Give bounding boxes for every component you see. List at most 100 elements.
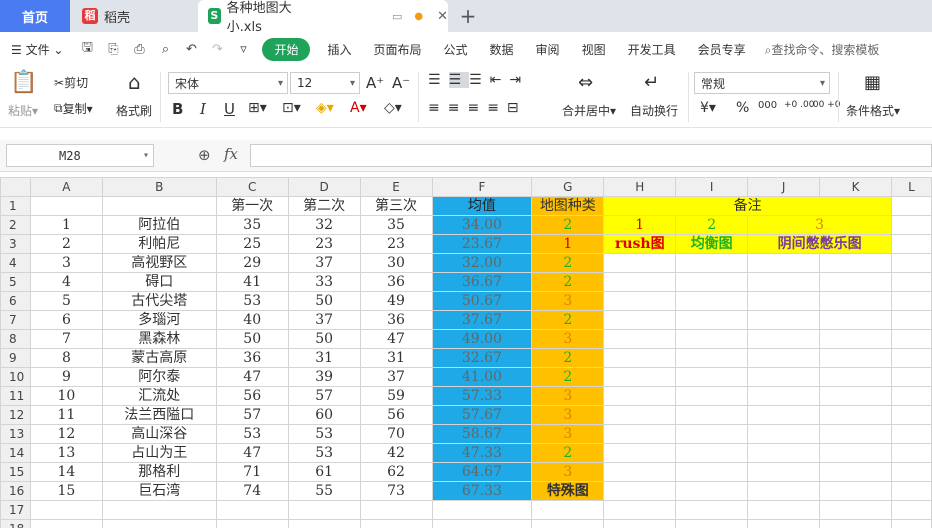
redo-icon[interactable]: ↷: [208, 40, 226, 58]
tab-daoke[interactable]: 稻 稻壳: [72, 0, 196, 32]
menu-data[interactable]: 数据: [479, 41, 525, 58]
cell[interactable]: [101, 196, 217, 216]
column-header-h[interactable]: H: [603, 177, 677, 197]
cell-average[interactable]: 67.33: [431, 481, 533, 501]
cell-third[interactable]: 31: [359, 348, 433, 368]
cell[interactable]: [891, 234, 932, 254]
cell-map-type[interactable]: 特殊图: [531, 481, 605, 501]
decrease-decimal-icon[interactable]: .00 +0: [810, 100, 840, 110]
cell-third[interactable]: 56: [359, 405, 433, 425]
cell[interactable]: [891, 367, 932, 387]
row-header[interactable]: 8: [0, 329, 31, 349]
column-header-g[interactable]: G: [531, 177, 605, 197]
cell-average[interactable]: 32.00: [431, 253, 533, 273]
cell-map-type[interactable]: 3: [531, 405, 605, 425]
cell-map-type[interactable]: 3: [531, 386, 605, 406]
cell-index[interactable]: 6: [29, 310, 103, 330]
cell-second[interactable]: 37: [287, 310, 361, 330]
cell-third[interactable]: 73: [359, 481, 433, 501]
cell[interactable]: [603, 253, 677, 273]
tab-file[interactable]: S 各种地图大小.xls ▭ ● ✕: [198, 0, 448, 35]
cell-map-type[interactable]: 2: [531, 215, 605, 235]
column-header-f[interactable]: F: [431, 177, 533, 197]
border-icon[interactable]: ⊞▾: [248, 100, 267, 116]
legend-value-2[interactable]: 2: [675, 215, 749, 235]
cell-map-type[interactable]: 3: [531, 291, 605, 311]
row-header[interactable]: 4: [0, 253, 31, 273]
cell[interactable]: [603, 424, 677, 444]
cell[interactable]: [603, 405, 677, 425]
cell[interactable]: [747, 310, 821, 330]
cell[interactable]: [675, 329, 749, 349]
paste-icon[interactable]: 📋: [10, 70, 37, 95]
cell[interactable]: [603, 462, 677, 482]
cell-first[interactable]: 53: [215, 424, 289, 444]
cell[interactable]: [747, 386, 821, 406]
tab-home[interactable]: 首页: [0, 0, 70, 32]
cell-first[interactable]: 74: [215, 481, 289, 501]
cell-first[interactable]: 71: [215, 462, 289, 482]
cell-third[interactable]: 23: [359, 234, 433, 254]
cell[interactable]: [101, 519, 217, 528]
cell-first[interactable]: 29: [215, 253, 289, 273]
preview-icon[interactable]: ⌕: [156, 40, 174, 58]
cell[interactable]: [891, 196, 932, 216]
cell[interactable]: [819, 500, 892, 520]
menu-dev[interactable]: 开发工具: [617, 41, 687, 58]
row-header[interactable]: 7: [0, 310, 31, 330]
cell-second[interactable]: 61: [287, 462, 361, 482]
paste-button[interactable]: 粘贴 ▾: [8, 102, 38, 119]
cell[interactable]: [891, 386, 932, 406]
italic-icon[interactable]: I: [200, 100, 206, 118]
cell-first[interactable]: 47: [215, 443, 289, 463]
cell-map-name[interactable]: 碍口: [101, 272, 217, 292]
row-header[interactable]: 18: [0, 519, 31, 528]
undo-icon[interactable]: ↶: [182, 40, 200, 58]
name-box[interactable]: M28 ▾: [6, 144, 154, 167]
cell[interactable]: [603, 348, 677, 368]
column-header-k[interactable]: K: [819, 177, 892, 197]
thousands-icon[interactable]: 000: [758, 100, 777, 111]
cell-index[interactable]: 14: [29, 462, 103, 482]
cell[interactable]: [531, 519, 605, 528]
cell-third[interactable]: 42: [359, 443, 433, 463]
header-average[interactable]: 均值: [431, 196, 533, 216]
cell-map-type[interactable]: 3: [531, 462, 605, 482]
cell[interactable]: [603, 519, 677, 528]
cell-map-name[interactable]: 法兰西隘口: [101, 405, 217, 425]
eraser-icon[interactable]: ◇▾: [384, 100, 402, 116]
cell[interactable]: [819, 253, 892, 273]
cell-second[interactable]: 60: [287, 405, 361, 425]
row-header[interactable]: 1: [0, 196, 31, 216]
search-box[interactable]: ⌕查找命令、搜索模板: [757, 41, 891, 58]
cell-first[interactable]: 25: [215, 234, 289, 254]
cell-index[interactable]: 8: [29, 348, 103, 368]
cell-second[interactable]: 23: [287, 234, 361, 254]
cell[interactable]: [891, 462, 932, 482]
cell[interactable]: [431, 519, 533, 528]
cell-first[interactable]: 50: [215, 329, 289, 349]
save-icon[interactable]: 🖫: [78, 40, 96, 58]
cell[interactable]: [675, 462, 749, 482]
cell-third[interactable]: 47: [359, 329, 433, 349]
cell-third[interactable]: 62: [359, 462, 433, 482]
font-family-select[interactable]: 宋体: [168, 72, 288, 94]
cell-index[interactable]: 2: [29, 234, 103, 254]
cell[interactable]: [215, 500, 289, 520]
row-header[interactable]: 16: [0, 481, 31, 501]
cell[interactable]: [747, 405, 821, 425]
cell[interactable]: [819, 424, 892, 444]
cell-second[interactable]: 57: [287, 386, 361, 406]
column-header-i[interactable]: I: [675, 177, 749, 197]
fill-color-icon[interactable]: ◈▾: [316, 100, 334, 116]
number-format-select[interactable]: 常规: [694, 72, 830, 94]
cell-average[interactable]: 50.67: [431, 291, 533, 311]
cell-second[interactable]: 53: [287, 424, 361, 444]
menu-review[interactable]: 审阅: [525, 41, 571, 58]
cell[interactable]: [603, 310, 677, 330]
cell[interactable]: [675, 291, 749, 311]
cell-map-name[interactable]: 阿拉伯: [101, 215, 217, 235]
cell-average[interactable]: 47.33: [431, 443, 533, 463]
format-painter-icon[interactable]: ⌂: [128, 70, 141, 94]
cell[interactable]: [675, 500, 749, 520]
